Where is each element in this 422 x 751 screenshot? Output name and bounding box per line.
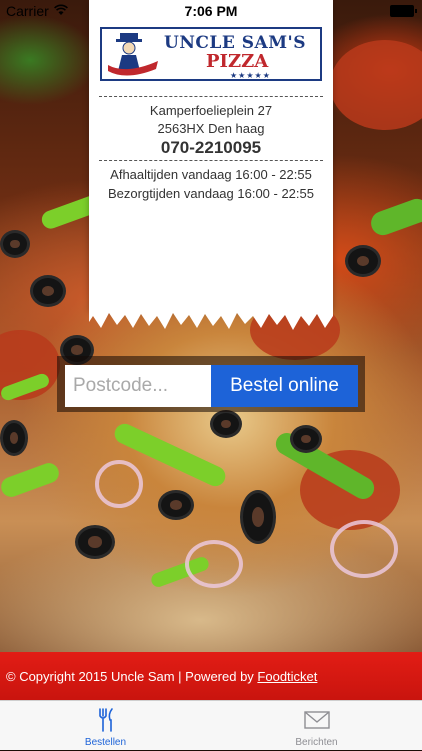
delivery-hours: Bezorgtijden vandaag 16:00 - 22:55 xyxy=(108,186,314,201)
tab-berichten-label: Berichten xyxy=(295,737,338,748)
address-postal-city: 2563HX Den haag xyxy=(157,121,265,136)
uncle-sam-emblem-icon xyxy=(108,33,158,76)
status-time: 7:06 PM xyxy=(184,3,238,19)
logo-stars: ★★★★★ xyxy=(230,71,271,80)
tab-bar: Bestellen Berichten xyxy=(0,700,422,750)
fork-knife-icon xyxy=(99,708,113,732)
footer-text: © Copyright 2015 Uncle Sam | Powered by … xyxy=(6,669,317,684)
logo-title: UNCLE SAM'S xyxy=(164,33,306,53)
footer-bar: © Copyright 2015 Uncle Sam | Powered by … xyxy=(0,652,422,700)
status-bar: Carrier 7:06 PM xyxy=(0,0,422,22)
dashed-divider xyxy=(99,96,323,97)
envelope-icon xyxy=(304,711,330,729)
tab-bestellen-label: Bestellen xyxy=(84,737,127,748)
tab-berichten[interactable]: Berichten xyxy=(211,701,422,751)
postcode-input[interactable] xyxy=(65,365,211,407)
restaurant-info-card: UNCLE SAM'S PIZZA ★★★★★ Kamperfoelieplei… xyxy=(89,0,333,310)
battery-icon xyxy=(390,5,417,17)
order-form: Bestel online xyxy=(57,356,365,412)
dashed-divider xyxy=(99,160,323,161)
pickup-hours: Afhaaltijden vandaag 16:00 - 22:55 xyxy=(110,167,312,182)
restaurant-logo: UNCLE SAM'S PIZZA ★★★★★ xyxy=(100,27,322,81)
receipt-torn-edge xyxy=(89,310,333,330)
tab-bestellen[interactable]: Bestellen xyxy=(0,701,211,751)
logo-subtitle: PIZZA xyxy=(206,51,269,72)
order-online-button[interactable]: Bestel online xyxy=(211,365,358,407)
phone-number[interactable]: 070-2210095 xyxy=(89,138,333,158)
foodticket-link[interactable]: Foodticket xyxy=(257,669,317,684)
address-street: Kamperfoelieplein 27 xyxy=(149,103,273,118)
copyright-text: © Copyright 2015 Uncle Sam | Powered by xyxy=(6,669,258,684)
